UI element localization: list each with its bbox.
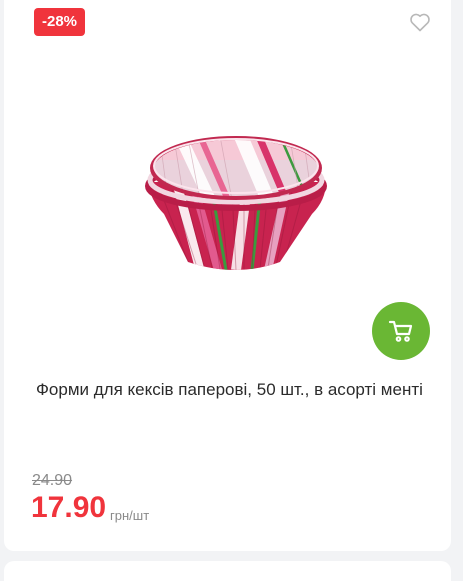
- product-title[interactable]: Форми для кексів паперові, 50 шт., в асо…: [36, 376, 436, 403]
- next-product-card: [4, 561, 451, 581]
- product-image[interactable]: [140, 130, 332, 278]
- current-price: 17.90: [31, 491, 107, 524]
- product-card[interactable]: -28% Форми для кексів паперові, 50 шт., …: [4, 0, 451, 551]
- old-price: 24.90: [32, 472, 73, 489]
- add-to-cart-button[interactable]: [372, 302, 430, 360]
- discount-badge: -28%: [34, 8, 86, 36]
- heart-outline-icon[interactable]: [408, 10, 432, 34]
- cart-icon: [388, 320, 413, 342]
- price-unit: грн/шт: [110, 508, 150, 523]
